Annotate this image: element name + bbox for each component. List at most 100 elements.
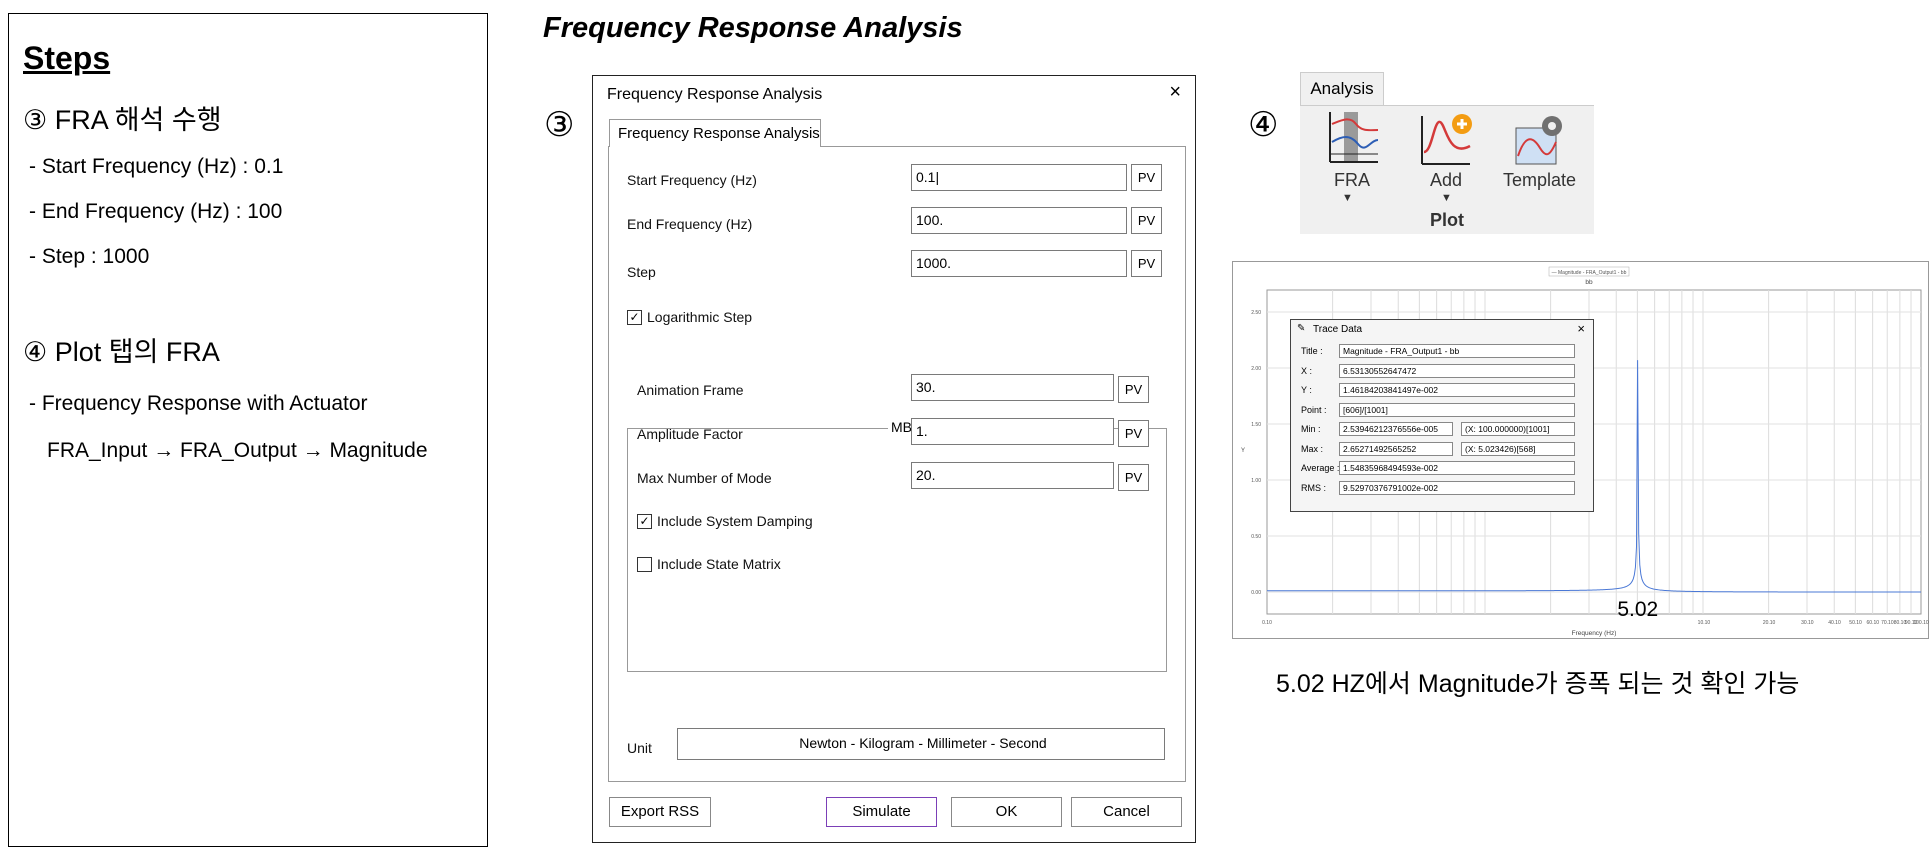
pv-button[interactable]: PV <box>1131 250 1162 277</box>
pv-button[interactable]: PV <box>1118 376 1149 403</box>
y-tick-label: 0.50 <box>1251 534 1261 540</box>
step4-title: ④ Plot 탭의 FRA <box>23 337 220 367</box>
include-system-damping-label: Include System Damping <box>657 513 813 529</box>
step4-item: - Frequency Response with Actuator <box>29 392 368 415</box>
y-tick-label: 1.50 <box>1251 422 1261 428</box>
logarithmic-step-label: Logarithmic Step <box>647 309 753 325</box>
x-tick-label: 100.10 <box>1913 620 1929 626</box>
section-title: Frequency Response Analysis <box>543 12 963 44</box>
close-icon[interactable]: × <box>1577 321 1585 336</box>
max-number-of-mode-label: Max Number of Mode <box>637 470 772 486</box>
caption: 5.02 HZ에서 Magnitude가 증폭 되는 것 확인 가능 <box>1276 670 1800 698</box>
animation-frame-input[interactable]: 30. <box>911 374 1114 401</box>
pv-button[interactable]: PV <box>1131 164 1162 191</box>
step-input[interactable]: 1000. <box>911 250 1127 277</box>
trace-row-key: Title : <box>1301 346 1323 356</box>
marker-four: ④ <box>1248 106 1279 144</box>
cancel-button[interactable]: Cancel <box>1071 797 1182 827</box>
template-icon[interactable] <box>1512 112 1568 173</box>
trace-icon: ✎ <box>1297 323 1306 334</box>
x-tick-label: 30.10 <box>1801 620 1814 626</box>
pv-button[interactable]: PV <box>1118 420 1149 447</box>
trace-row-value[interactable]: 9.52970376791002e-002 <box>1339 480 1575 495</box>
trace-data-window: ✎ Trace Data × Title : Magnitude - FRA_Ou… <box>1290 319 1594 512</box>
x-axis-label: Frequency (Hz) <box>1572 630 1617 637</box>
trace-row-value[interactable]: Magnitude - FRA_Output1 - bb <box>1339 344 1575 358</box>
trace-row-extra[interactable]: (X: 5.023426)[568] <box>1461 441 1575 456</box>
ribbon-plot-group: FRA ▼ Add ▼ Plot Template <box>1300 105 1594 234</box>
peak-label: 5.02 <box>1617 598 1658 621</box>
trace-row-key: Y : <box>1301 385 1312 395</box>
trace-row-key: Point : <box>1301 404 1327 415</box>
ok-button[interactable]: OK <box>951 797 1062 827</box>
y-axis-label: Y <box>1241 448 1245 454</box>
tab-fra[interactable]: Frequency Response Analysis <box>609 119 821 147</box>
step3-item: - End Frequency (Hz) : 100 <box>29 200 283 223</box>
tab-analysis[interactable]: Analysis <box>1300 72 1384 106</box>
pv-button[interactable]: PV <box>1131 207 1162 234</box>
include-state-matrix-checkbox[interactable] <box>637 557 652 572</box>
dialog-title: Frequency Response Analysis <box>607 86 823 103</box>
start-frequency-input[interactable]: 0.1| <box>911 164 1127 191</box>
y-tick-label: 0.00 <box>1251 590 1261 596</box>
legend-label: — Magnitude - FRA_Output1 - bb <box>1552 270 1627 276</box>
y-tick-label: 2.50 <box>1251 310 1261 316</box>
x-tick-label: 10.10 <box>1698 620 1711 626</box>
trace-row-value[interactable]: 1.54835968494593e-002 <box>1339 461 1575 475</box>
trace-row-value[interactable]: 6.53130552647472 <box>1339 363 1575 378</box>
magnitude-chart: 2.50 2.00 1.50 1.00 0.50 0.00 0.10 10.10 20.10 30… <box>1232 261 1929 639</box>
animation-frame-label: Animation Frame <box>637 382 744 398</box>
include-system-damping-checkbox[interactable]: ✓ <box>637 514 652 529</box>
include-state-matrix-label: Include State Matrix <box>657 556 781 572</box>
max-number-of-mode-input[interactable]: 20. <box>911 462 1114 489</box>
x-tick-label: 0.10 <box>1262 620 1272 626</box>
template-label[interactable]: Template <box>1503 170 1576 191</box>
y-tick-label: 2.00 <box>1251 366 1261 372</box>
x-tick-label: 20.10 <box>1763 620 1776 626</box>
chevron-down-icon[interactable]: ▼ <box>1342 192 1353 204</box>
end-frequency-label: End Frequency (Hz) <box>627 216 753 232</box>
step3-item: - Step : 1000 <box>29 245 150 268</box>
amplitude-factor-input[interactable]: 1. <box>911 418 1114 445</box>
step3-item: - Start Frequency (Hz) : 0.1 <box>29 155 284 178</box>
step-label: Step <box>627 264 656 280</box>
unit-field[interactable]: Newton - Kilogram - Millimeter - Second <box>677 728 1165 760</box>
unit-label: Unit <box>627 740 652 756</box>
export-rss-button[interactable]: Export RSS <box>609 797 711 827</box>
add-label[interactable]: Add <box>1430 170 1462 191</box>
x-tick-label: 60.10 <box>1867 620 1880 626</box>
fra-label[interactable]: FRA <box>1334 170 1370 191</box>
trace-row-extra[interactable]: (X: 100.000000)[1001] <box>1461 422 1575 436</box>
marker-three: ③ <box>544 106 575 144</box>
fra-icon[interactable] <box>1326 110 1380 171</box>
trace-row-value[interactable]: 2.65271492565252 <box>1339 441 1453 456</box>
trace-title: Trace Data <box>1313 324 1363 335</box>
steps-panel: Steps ③ FRA 해석 수행 - Start Frequency (Hz)… <box>8 13 488 847</box>
trace-row-key: Max : <box>1301 443 1324 454</box>
amplitude-factor-label: Amplitude Factor <box>637 426 743 442</box>
step4-item: FRA_Input → FRA_Output → Magnitude <box>47 439 428 462</box>
trace-row-key: X : <box>1301 365 1313 376</box>
trace-row-value[interactable]: 2.53946212376556e-005 <box>1339 422 1453 436</box>
x-tick-label: 50.10 <box>1849 620 1862 626</box>
steps-heading: Steps <box>23 40 111 76</box>
x-tick-label: 70.10 <box>1881 620 1894 626</box>
start-frequency-label: Start Frequency (Hz) <box>627 172 757 188</box>
trace-row-value[interactable]: [606]/[1001] <box>1339 402 1575 417</box>
x-tick-label: 40.10 <box>1828 620 1841 626</box>
chevron-down-icon[interactable]: ▼ <box>1441 192 1452 204</box>
end-frequency-input[interactable]: 100. <box>911 207 1127 234</box>
close-icon[interactable]: × <box>1169 81 1181 104</box>
trace-row-key: Average : <box>1301 463 1340 473</box>
step3-title: ③ FRA 해석 수행 <box>23 105 222 135</box>
pv-button[interactable]: PV <box>1118 464 1149 491</box>
trace-row-key: Min : <box>1301 424 1321 434</box>
add-plot-icon[interactable] <box>1418 112 1474 173</box>
simulate-button[interactable]: Simulate <box>826 797 937 827</box>
trace-row-key: RMS : <box>1301 482 1327 493</box>
trace-row-value[interactable]: 1.46184203841497e-002 <box>1339 383 1575 397</box>
logarithmic-step-checkbox[interactable]: ✓ <box>627 310 642 325</box>
y-tick-label: 1.00 <box>1251 478 1261 484</box>
chart-title: bb <box>1585 279 1593 286</box>
plot-group-label: Plot <box>1430 210 1464 230</box>
